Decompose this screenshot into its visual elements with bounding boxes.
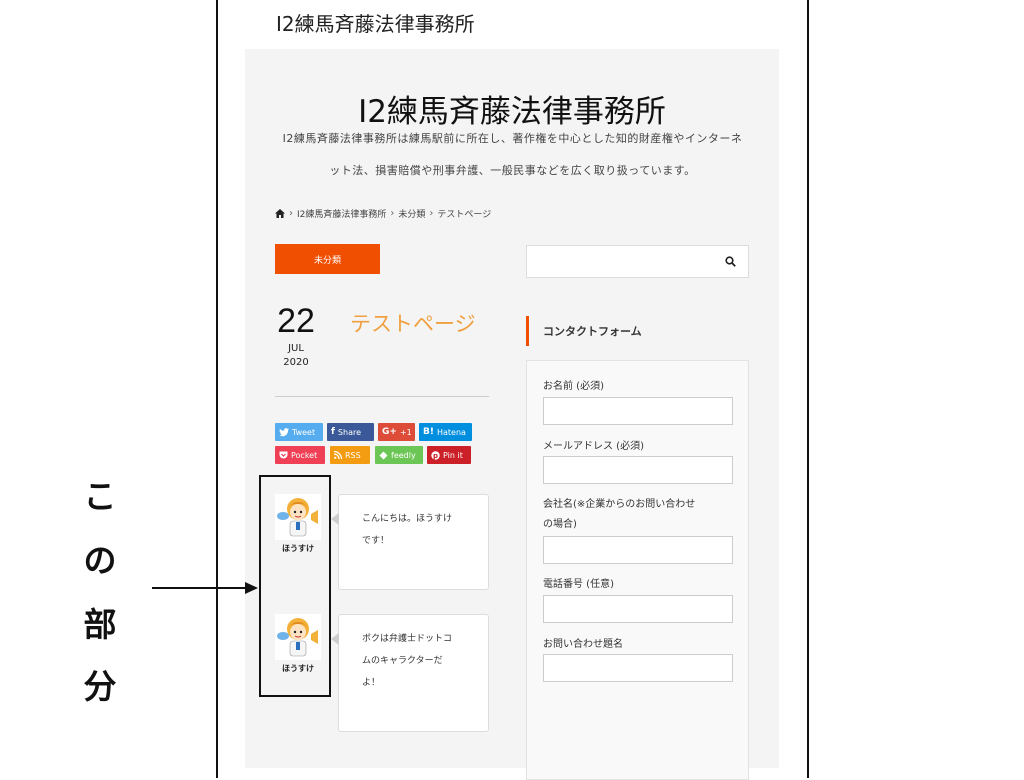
annotation-char: 部 bbox=[83, 605, 117, 644]
bubble-text-line: です！ bbox=[362, 536, 390, 546]
share-label: Share bbox=[337, 427, 362, 437]
subject-field[interactable] bbox=[543, 654, 733, 682]
breadcrumb-link-home[interactable]: I2練馬斉藤法律事務所 bbox=[297, 207, 386, 220]
bubble-text-line: こんにちは。ほうすけ bbox=[362, 514, 453, 524]
form-label-company: 会社名(※企業からのお問い合わせ の場合) bbox=[543, 495, 743, 535]
annotation-highlight-box bbox=[259, 475, 331, 697]
form-label-line: 会社名(※企業からのお問い合わせ bbox=[543, 499, 696, 510]
share-label: Tweet bbox=[292, 427, 316, 437]
widget-title: コンタクトフォーム bbox=[526, 316, 642, 346]
form-label-phone: 電話番号 (任意) bbox=[543, 579, 614, 590]
svg-text:p: p bbox=[433, 452, 438, 460]
site-description-line: I2練馬斉藤法律事務所は練馬駅前に所在し、著作権を中心とした知的財産権やインター… bbox=[282, 132, 743, 145]
annotation-char: の bbox=[83, 541, 117, 580]
facebook-share-button[interactable]: f Share bbox=[327, 423, 374, 441]
annotation-char: こ bbox=[83, 477, 117, 516]
share-label: +1 bbox=[399, 427, 412, 437]
pinterest-icon: p bbox=[431, 450, 440, 460]
feedly-button[interactable]: feedly bbox=[375, 446, 423, 464]
name-field[interactable] bbox=[543, 397, 733, 425]
post-date-day: 22 bbox=[277, 302, 315, 340]
bubble-text-line: ムのキャラクターだ bbox=[362, 656, 443, 666]
chevron-right-icon: › bbox=[429, 208, 434, 219]
annotation-char: 分 bbox=[83, 667, 117, 706]
rss-icon bbox=[334, 451, 342, 459]
chevron-right-icon: › bbox=[289, 208, 293, 219]
company-field[interactable] bbox=[543, 536, 733, 564]
pocket-icon bbox=[279, 451, 288, 459]
breadcrumb-current: テストページ bbox=[437, 210, 492, 220]
feedly-icon bbox=[379, 451, 388, 459]
twitter-icon bbox=[279, 427, 289, 436]
bubble-text-line: よ！ bbox=[362, 678, 381, 688]
google-plus-icon: G+ bbox=[382, 427, 397, 437]
share-label: Hatena bbox=[436, 427, 466, 437]
email-field[interactable] bbox=[543, 456, 733, 484]
bubble-tail bbox=[331, 513, 339, 525]
form-label-name: お名前 (必須) bbox=[543, 381, 604, 392]
breadcrumb-link-category[interactable]: 未分類 bbox=[398, 207, 425, 220]
share-label: Pocket bbox=[291, 450, 318, 460]
speech-bubble: こんにちは。ほうすけ です！ bbox=[331, 494, 489, 590]
google-plus-button[interactable]: G+ +1 bbox=[378, 423, 415, 441]
browser-page-title: I2練馬斉藤法律事務所 bbox=[276, 12, 475, 36]
search-input[interactable] bbox=[526, 245, 749, 278]
share-label: Pin it bbox=[443, 450, 463, 460]
form-label-line: の場合) bbox=[543, 519, 577, 530]
home-icon[interactable] bbox=[275, 209, 285, 218]
annotation-arrow bbox=[152, 587, 247, 589]
search-icon[interactable] bbox=[725, 256, 736, 267]
divider bbox=[275, 396, 489, 397]
form-label-email: メールアドレス (必須) bbox=[543, 441, 644, 452]
facebook-icon: f bbox=[331, 427, 335, 437]
post-title: テストページ bbox=[350, 312, 476, 336]
hatena-button[interactable]: B! Hatena bbox=[419, 423, 472, 441]
post-date-year: 2020 bbox=[283, 357, 309, 368]
share-label: RSS bbox=[345, 450, 361, 460]
rss-button[interactable]: RSS bbox=[330, 446, 370, 464]
tweet-button[interactable]: Tweet bbox=[275, 423, 323, 441]
share-label: feedly bbox=[391, 450, 416, 460]
hatena-icon: B! bbox=[423, 427, 434, 437]
arrow-head-icon bbox=[245, 582, 258, 594]
site-description: I2練馬斉藤法律事務所は練馬駅前に所在し、著作権を中心とした知的財産権やインター… bbox=[275, 123, 750, 187]
bubble-text-line: ボクは弁護士ドットコ bbox=[362, 634, 453, 644]
phone-field[interactable] bbox=[543, 595, 733, 623]
chevron-right-icon: › bbox=[390, 208, 395, 219]
bubble-tail bbox=[331, 633, 339, 645]
form-label-subject: お問い合わせ題名 bbox=[543, 639, 623, 650]
post-date-month: JUL bbox=[288, 343, 304, 354]
speech-bubble: ボクは弁護士ドットコ ムのキャラクターだ よ！ bbox=[331, 614, 489, 732]
category-button[interactable]: 未分類 bbox=[275, 244, 380, 274]
pocket-button[interactable]: Pocket bbox=[275, 446, 325, 464]
site-description-line: ット法、損害賠償や刑事弁護、一般民事などを広く取り扱っています。 bbox=[329, 164, 696, 177]
breadcrumb: › I2練馬斉藤法律事務所 › 未分類 › テストページ bbox=[275, 207, 491, 220]
pin-it-button[interactable]: p Pin it bbox=[427, 446, 471, 464]
